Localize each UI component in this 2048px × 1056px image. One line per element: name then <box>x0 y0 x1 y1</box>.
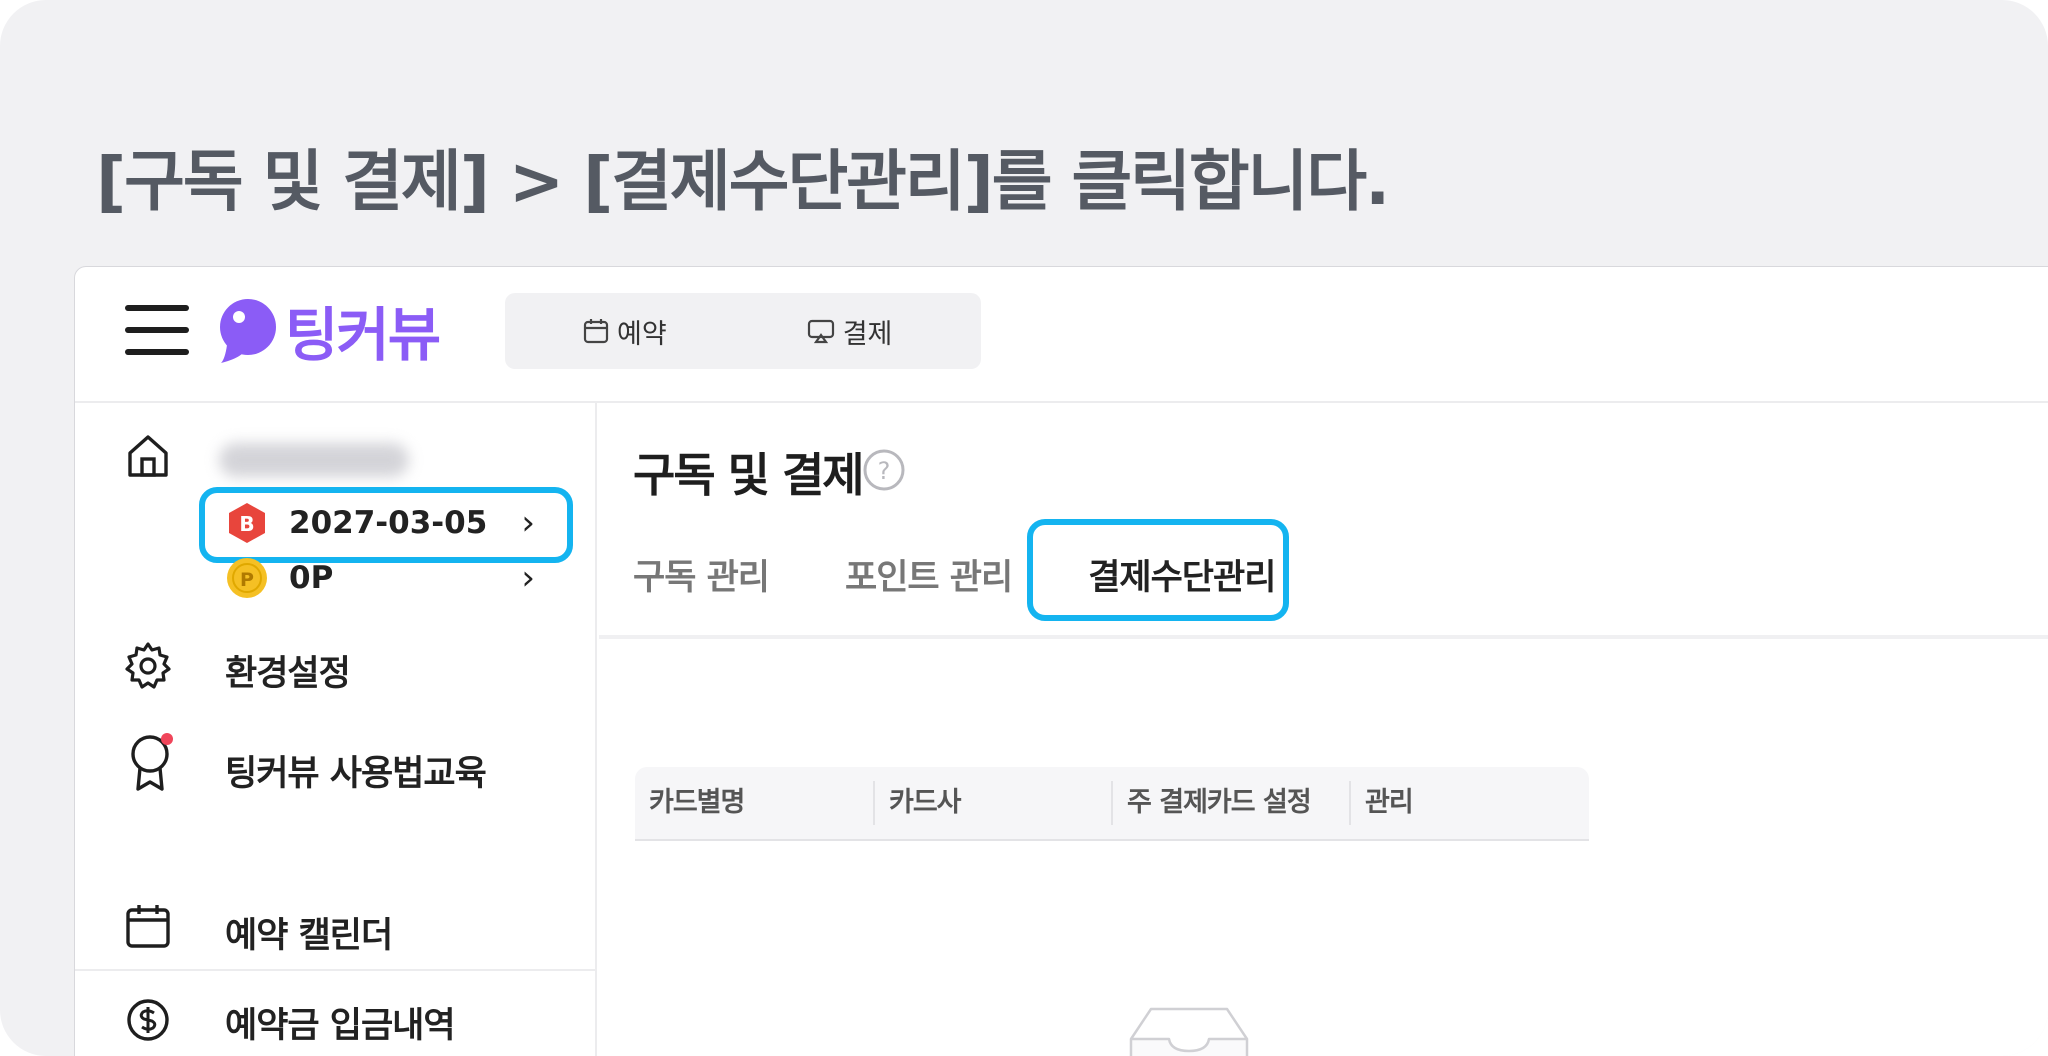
sidebar-item-settings[interactable]: 환경설정 <box>225 645 351 696</box>
tab-subscription[interactable]: 구독 관리 <box>633 549 770 600</box>
page-title: 구독 및 결제 <box>633 448 865 502</box>
tutorial-slide: [구독 및 결제] > [결제수단관리]를 클릭합니다. 팅커뷰 예약 결제 B… <box>0 0 2048 1056</box>
empty-inbox-icon <box>1129 1007 1249 1056</box>
home-icon[interactable] <box>125 433 171 479</box>
nav-reservation-label: 예약 <box>617 318 667 350</box>
tab-points[interactable]: 포인트 관리 <box>845 549 1013 600</box>
award-icon <box>131 733 173 791</box>
nav-reservation[interactable]: 예약 <box>583 312 667 351</box>
chevron-right-icon: › <box>521 558 535 598</box>
sidebar-divider <box>75 969 597 971</box>
svg-text:P: P <box>240 569 254 591</box>
sidebar-item-deposit-history[interactable]: 예약금 입금내역 <box>225 997 456 1048</box>
nav-payment[interactable]: 결제 <box>807 312 893 351</box>
th-card-nickname: 카드별명 <box>649 787 745 818</box>
payment-screen-icon <box>807 319 834 344</box>
points-row[interactable]: P 0P › <box>225 551 565 605</box>
sidebar-item-tutorial[interactable]: 팅커뷰 사용법교육 <box>225 745 487 796</box>
gear-icon <box>125 642 171 689</box>
logo-text: 팅커뷰 <box>285 301 441 369</box>
th-primary-card: 주 결제카드 설정 <box>1111 781 1349 825</box>
tab-underline <box>599 635 2048 639</box>
calendar-icon <box>126 905 170 948</box>
calendar-icon <box>583 319 609 344</box>
menu-icon[interactable] <box>125 305 189 355</box>
username-blurred <box>219 443 409 477</box>
main-content: 구독 및 결제 ? 구독 관리 포인트 관리 결제수단관리 카드별명 카드사 주… <box>599 403 2048 1056</box>
dollar-coin-icon <box>127 999 169 1041</box>
point-coin-icon: P <box>227 558 267 598</box>
th-manage: 관리 <box>1349 781 1589 825</box>
highlight-box-payment-tab <box>1027 519 1289 621</box>
card-table-header: 카드별명 카드사 주 결제카드 설정 관리 <box>635 767 1589 841</box>
sidebar: B 2027-03-05 › P 0P › 환경설정 팅커뷰 사용법교육 예약 … <box>75 403 597 1056</box>
instruction-text: [구독 및 결제] > [결제수단관리]를 클릭합니다. <box>96 143 1390 220</box>
app-window: 팅커뷰 예약 결제 B 2027-03-05 › P 0P › 환경설정 팅커뷰… <box>74 266 2048 1056</box>
help-icon[interactable]: ? <box>861 447 907 493</box>
svg-text:?: ? <box>878 457 891 485</box>
logo[interactable]: 팅커뷰 <box>217 295 441 369</box>
logo-speech-bubble-icon <box>220 299 276 363</box>
points-value: 0P <box>289 560 334 596</box>
th-card-company: 카드사 <box>873 781 1111 825</box>
top-nav: 예약 결제 <box>505 293 981 369</box>
sidebar-item-calendar[interactable]: 예약 캘린더 <box>225 907 393 958</box>
nav-payment-label: 결제 <box>842 318 893 350</box>
